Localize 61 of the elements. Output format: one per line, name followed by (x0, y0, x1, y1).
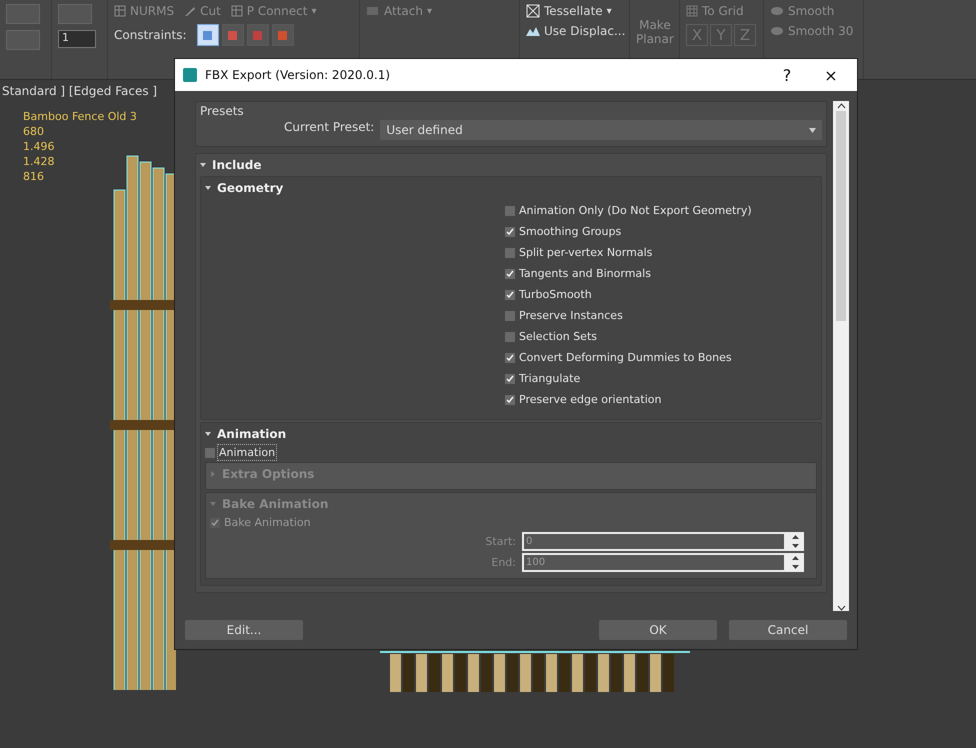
checkbox-label[interactable]: Preserve edge orientation (518, 392, 662, 407)
tessellate-button[interactable]: Tessellate ▾ (526, 4, 612, 18)
ok-button[interactable]: OK (599, 620, 717, 640)
preset-dropdown[interactable]: User defined (380, 120, 822, 140)
viewport-label[interactable]: Standard ] [Edged Faces ] (2, 84, 158, 98)
checkbox[interactable] (505, 248, 515, 258)
presets-title: Presets (200, 104, 244, 118)
close-button[interactable]: × (813, 61, 849, 89)
animation-header[interactable]: Animation (205, 425, 286, 443)
dropdown-arrow-icon (809, 128, 816, 132)
checkbox-label[interactable]: Triangulate (518, 371, 582, 386)
checkbox-label[interactable]: Animation Only (Do Not Export Geometry) (518, 203, 753, 218)
collapse-arrow-icon[interactable] (205, 185, 211, 191)
checkbox-label[interactable]: Preserve Instances (518, 308, 624, 323)
checkbox-label[interactable]: Smoothing Groups (518, 224, 622, 239)
constraints-label: Constraints: (114, 28, 187, 42)
geometry-header[interactable]: Geometry (205, 179, 284, 197)
checkbox-label[interactable]: Tangents and Binormals (518, 266, 652, 281)
grid-icon (686, 5, 698, 17)
help-button[interactable]: ? (769, 61, 805, 89)
checkbox-label[interactable]: Split per-vertex Normals (518, 245, 654, 260)
constraint-button[interactable] (196, 24, 219, 46)
checkbox-label[interactable]: Selection Sets (518, 329, 598, 344)
checkbox-label[interactable]: Animation (218, 445, 276, 460)
spinner-arrows-icon[interactable] (786, 532, 804, 551)
checkbox-label[interactable]: Convert Deforming Dummies to Bones (518, 350, 733, 365)
mesh-icon (526, 4, 540, 18)
statistic-text: 680 (23, 125, 44, 138)
scrollbar[interactable] (833, 101, 849, 611)
include-header[interactable]: Include (200, 156, 262, 174)
dialog-title: FBX Export (Version: 2020.0.1) (205, 68, 392, 82)
app-logo-icon (183, 68, 197, 82)
blob-icon (770, 25, 784, 37)
field-label: End: (491, 556, 516, 569)
collapse-arrow-icon[interactable] (200, 162, 206, 168)
use-displace-button[interactable]: Use Displac... (526, 24, 626, 38)
statistic-text: 1.496 (23, 140, 54, 153)
cancel-button[interactable]: Cancel (729, 620, 847, 640)
checkbox[interactable] (205, 448, 215, 458)
scroll-up-icon[interactable] (836, 103, 846, 109)
grid-icon (230, 5, 243, 17)
scroll-down-icon[interactable] (836, 605, 846, 611)
blob-icon (770, 5, 784, 17)
box-icon (366, 5, 380, 17)
current-preset-label: Current Preset: (284, 120, 374, 134)
mountain-icon (526, 25, 540, 37)
statistic-text: 816 (23, 170, 44, 183)
checkbox[interactable] (505, 332, 515, 342)
checkbox[interactable] (505, 206, 515, 216)
collapse-arrow-icon[interactable] (205, 431, 211, 437)
knife-icon (184, 5, 196, 17)
statistic-text: Bamboo Fence Old 3 (23, 110, 137, 123)
checkbox[interactable] (505, 310, 515, 320)
field-label: Start: (485, 535, 516, 548)
spinner-field[interactable]: 1 (58, 30, 96, 48)
statistic-text: 1.428 (23, 155, 54, 168)
expand-arrow-icon[interactable] (210, 471, 216, 477)
grid-icon (114, 5, 126, 17)
checkbox-label[interactable]: TurboSmooth (518, 287, 593, 302)
spinner-arrows-icon[interactable] (786, 553, 804, 572)
edit-button[interactable]: Edit... (185, 620, 303, 640)
